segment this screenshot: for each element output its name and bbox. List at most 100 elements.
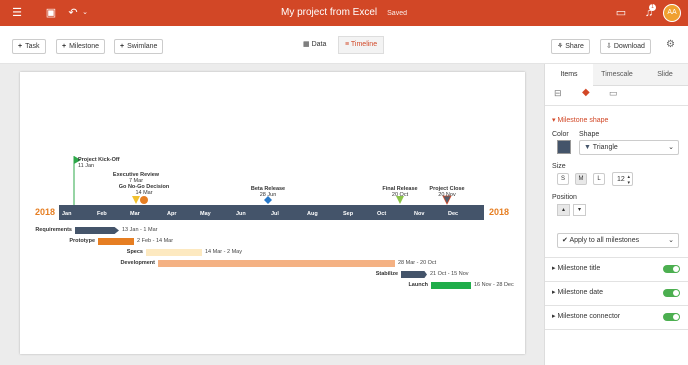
- download-icon: ⇩: [606, 43, 614, 50]
- month-label: May: [200, 211, 211, 217]
- milestone-label[interactable]: Project Close 20 Nov: [417, 186, 477, 198]
- share-label: Share: [565, 43, 584, 50]
- task-bar[interactable]: [75, 227, 119, 234]
- month-label: Aug: [307, 211, 318, 217]
- size-large[interactable]: L: [593, 173, 605, 185]
- milestone-triangle-icon[interactable]: [132, 196, 140, 204]
- color-swatch[interactable]: [557, 140, 571, 154]
- milestone-connector-toggle[interactable]: [663, 313, 680, 321]
- milestone-style-icon[interactable]: ◆: [582, 87, 590, 98]
- chevron-down-icon: ⌄: [668, 237, 674, 244]
- task-bar[interactable]: [146, 249, 202, 256]
- save-status: Saved: [387, 10, 407, 17]
- plus-icon: +: [120, 43, 125, 50]
- task-dates: 21 Oct - 15 Nov: [430, 271, 469, 277]
- milestone-title-section[interactable]: ▸ Milestone title: [552, 264, 600, 272]
- add-task-button[interactable]: + Task: [12, 39, 46, 54]
- milestone-shape-header[interactable]: ▾ Milestone shape: [552, 116, 608, 124]
- tab-timescale[interactable]: Timescale: [593, 64, 641, 86]
- shape-value: Triangle: [592, 144, 618, 151]
- apply-all-select[interactable]: ✔ Apply to all milestones ⌄: [557, 233, 679, 248]
- task-name[interactable]: Specs: [127, 249, 143, 255]
- timescale-style-icon[interactable]: ▭: [609, 88, 618, 99]
- stepper-icon: ▴ ▾: [627, 174, 630, 186]
- divider: [545, 305, 688, 306]
- milestone-circle-icon[interactable]: [140, 196, 148, 204]
- tab-slide[interactable]: Slide: [641, 64, 688, 86]
- download-button[interactable]: ⇩ Download: [600, 39, 651, 54]
- avatar[interactable]: AA: [663, 4, 681, 22]
- milestone-connector-section[interactable]: ▸ Milestone connector: [552, 312, 620, 320]
- timeline-slide[interactable]: 2018 2018 Jan Feb Mar Apr May Jun Jul Aug Sep Oct…: [20, 72, 525, 354]
- size-medium[interactable]: M: [575, 173, 587, 185]
- milestone-date: 20 Nov: [438, 192, 456, 198]
- position-label: Position: [552, 194, 577, 201]
- position-below-button[interactable]: ▾: [573, 204, 586, 216]
- task-name[interactable]: Launch: [408, 282, 428, 288]
- milestone-date: 11 Jan: [78, 163, 95, 169]
- comment-icon[interactable]: ▭: [614, 6, 628, 20]
- milestone-date-section[interactable]: ▸ Milestone date: [552, 288, 603, 296]
- size-label: Size: [552, 163, 566, 170]
- year-right: 2018: [489, 207, 510, 217]
- settings-gear-icon[interactable]: ⚙: [666, 39, 675, 50]
- triangle-icon: ▼: [584, 144, 593, 151]
- title-text: My project from Excel: [281, 7, 378, 18]
- task-style-icon[interactable]: ⊟: [554, 88, 562, 99]
- milestone-label[interactable]: Executive Review 7 Mar: [106, 172, 166, 184]
- milestone-label[interactable]: Go No-Go Decision 14 Mar: [114, 184, 174, 196]
- add-task-label: Task: [25, 43, 40, 50]
- divider: [545, 257, 688, 258]
- month-label: Oct: [377, 211, 387, 217]
- tab-timeline-label: Timeline: [350, 41, 378, 48]
- share-icon: ⚘: [557, 43, 566, 50]
- document-title: My project from Excel Saved: [0, 7, 688, 18]
- grid-icon: ▦: [303, 41, 312, 48]
- tab-data[interactable]: ▦ Data: [303, 36, 326, 54]
- add-swimlane-button[interactable]: + Swimlane: [114, 39, 164, 54]
- section-label: Milestone shape: [557, 117, 609, 124]
- tab-items[interactable]: Items: [545, 64, 593, 86]
- milestone-date-toggle[interactable]: [663, 289, 680, 297]
- task-name[interactable]: Development: [120, 260, 155, 266]
- milestone-title-toggle[interactable]: [663, 265, 680, 273]
- month-label: Dec: [448, 211, 459, 217]
- milestone-date: 14 Mar: [135, 190, 153, 196]
- add-milestone-button[interactable]: + Milestone: [56, 39, 106, 54]
- milestone-label[interactable]: Project Kick-Off 11 Jan: [78, 157, 120, 169]
- tab-timeline[interactable]: ≡ Timeline: [338, 36, 385, 54]
- position-above-button[interactable]: ▴: [557, 204, 570, 216]
- month-label: Jun: [236, 211, 246, 217]
- divider: [545, 281, 688, 282]
- shape-select[interactable]: ▼ Triangle ⌄: [579, 140, 679, 155]
- size-small[interactable]: S: [557, 173, 569, 185]
- apply-label: Apply to all milestones: [569, 237, 640, 244]
- task-bar[interactable]: [401, 271, 427, 278]
- month-label: Jul: [271, 211, 279, 217]
- task-name[interactable]: Stabilize: [376, 271, 398, 277]
- task-bar[interactable]: [431, 282, 471, 289]
- notification-badge: 1: [649, 4, 656, 11]
- size-number-input[interactable]: 12 ▴ ▾: [612, 172, 633, 186]
- month-label: Feb: [97, 211, 107, 217]
- task-dates: 28 Mar - 20 Oct: [398, 260, 437, 266]
- plus-icon: +: [18, 43, 23, 50]
- size-number: 12: [617, 176, 625, 183]
- task-name[interactable]: Requirements: [35, 227, 72, 233]
- month-label: Apr: [167, 211, 177, 217]
- task-bar[interactable]: [158, 260, 395, 267]
- share-button[interactable]: ⚘ Share: [551, 39, 590, 54]
- shape-label: Shape: [579, 131, 600, 138]
- task-dates: 14 Mar - 2 May: [205, 249, 242, 255]
- month-label: Sep: [343, 211, 354, 217]
- title-bar: ☰ ▣ ↶ ⌄ My project from Excel Saved ▭ ♫ 1…: [0, 0, 688, 26]
- milestone-date: 28 Jun: [259, 192, 277, 198]
- divider: [545, 329, 688, 330]
- task-dates: 16 Nov - 28 Dec: [474, 282, 514, 288]
- task-name[interactable]: Prototype: [69, 238, 95, 244]
- color-label: Color: [552, 131, 569, 138]
- task-bar[interactable]: [98, 238, 134, 245]
- download-label: Download: [613, 43, 645, 50]
- milestone-label[interactable]: Beta Release 28 Jun: [238, 186, 298, 198]
- format-panel: Items Timescale Slide ⊟ ◆ ▭ ▾ Milestone …: [544, 64, 688, 365]
